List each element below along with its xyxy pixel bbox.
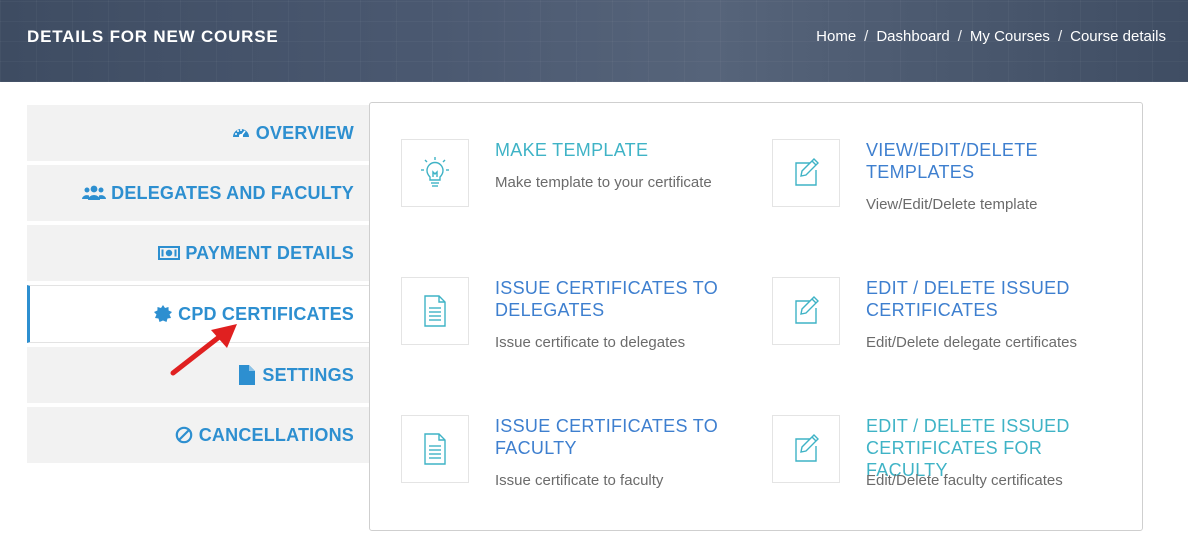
breadcrumb-my-courses[interactable]: My Courses xyxy=(970,28,1050,45)
sidebar-nav: OVERVIEW DELEGATES AND FACULTY PAYMENT D… xyxy=(27,105,370,467)
users-icon xyxy=(82,183,107,203)
breadcrumb-separator: / xyxy=(957,28,962,45)
edit-icon xyxy=(772,139,840,207)
sidebar-item-delegates-faculty[interactable]: DELEGATES AND FACULTY xyxy=(27,165,370,221)
sidebar-item-label: PAYMENT DETAILS xyxy=(185,242,354,263)
certificate-actions-panel: MAKE TEMPLATE Make template to your cert… xyxy=(369,102,1143,531)
card-title[interactable]: MAKE TEMPLATE xyxy=(495,139,735,161)
annotation-arrow xyxy=(170,324,237,376)
dashboard-icon xyxy=(231,123,251,143)
breadcrumb-separator: / xyxy=(1057,28,1063,45)
sidebar-item-label: SETTINGS xyxy=(262,364,354,385)
sidebar-item-label: DELEGATES AND FACULTY xyxy=(111,182,354,203)
sidebar-item-cancellations[interactable]: CANCELLATIONS xyxy=(27,407,370,463)
ban-icon xyxy=(174,425,194,445)
breadcrumb-home[interactable]: Home xyxy=(816,28,856,45)
edit-icon xyxy=(772,415,840,483)
lightbulb-icon xyxy=(401,139,469,207)
card-title[interactable]: EDIT / DELETE ISSUED CERTIFICATES xyxy=(866,277,1106,321)
money-icon xyxy=(158,243,181,263)
document-icon xyxy=(401,277,469,345)
breadcrumb-dashboard[interactable]: Dashboard xyxy=(876,28,949,45)
card-description: Make template to your certificate xyxy=(495,174,712,191)
document-icon xyxy=(401,415,469,483)
card-description: View/Edit/Delete template xyxy=(866,196,1038,213)
page-title: DETAILS FOR NEW COURSE xyxy=(27,27,279,46)
card-description: Edit/Delete delegate certificates xyxy=(866,334,1077,351)
sidebar-item-payment-details[interactable]: PAYMENT DETAILS xyxy=(27,225,370,281)
card-title[interactable]: ISSUE CERTIFICATES TO FACULTY xyxy=(495,415,735,459)
page-header: DETAILS FOR NEW COURSE Home / Dashboard … xyxy=(0,0,1188,82)
sidebar-item-label: OVERVIEW xyxy=(255,122,354,143)
breadcrumb-course-details: Course details xyxy=(1070,28,1166,45)
breadcrumb: Home / Dashboard / My Courses / Course d… xyxy=(816,28,1166,45)
sidebar-item-label: CANCELLATIONS xyxy=(198,424,354,445)
card-description: Issue certificate to delegates xyxy=(495,334,686,351)
breadcrumb-separator: / xyxy=(864,28,869,45)
card-description: Issue certificate to faculty xyxy=(495,472,664,489)
card-title[interactable]: ISSUE CERTIFICATES TO DELEGATES xyxy=(495,277,735,321)
edit-icon xyxy=(772,277,840,345)
card-title[interactable]: VIEW/EDIT/DELETE TEMPLATES xyxy=(866,139,1106,183)
sidebar-item-overview[interactable]: OVERVIEW xyxy=(27,105,370,161)
card-description: Edit/Delete faculty certificates xyxy=(866,472,1063,489)
